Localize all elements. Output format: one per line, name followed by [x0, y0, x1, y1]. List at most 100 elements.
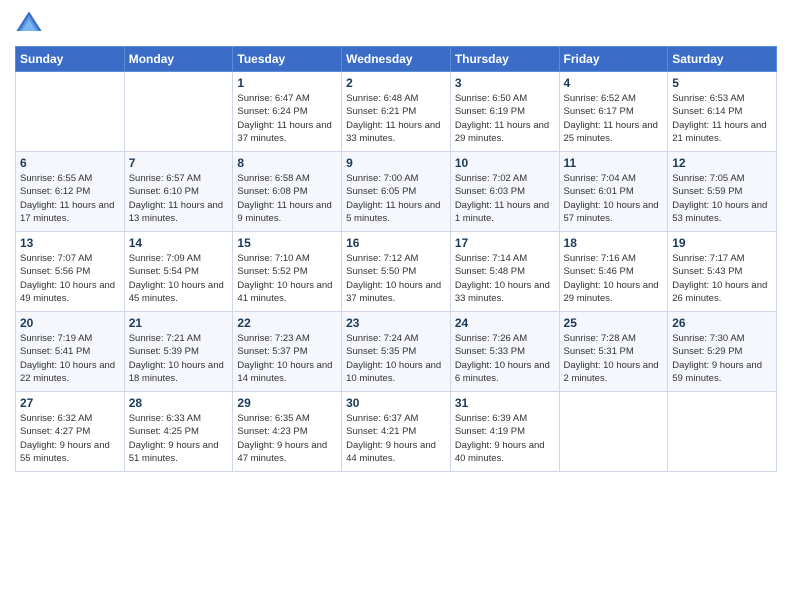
day-cell: 18Sunrise: 7:16 AM Sunset: 5:46 PM Dayli…: [559, 232, 668, 312]
day-info: Sunrise: 7:00 AM Sunset: 6:05 PM Dayligh…: [346, 172, 446, 225]
day-cell: 6 Sunrise: 6:55 AM Sunset: 6:12 PM Daylig…: [16, 152, 125, 232]
day-cell: [559, 392, 668, 472]
day-info: Sunrise: 7:02 AM Sunset: 6:03 PM Dayligh…: [455, 172, 555, 225]
day-cell: 24 Sunrise: 7:26 AM Sunset: 5:33 PM Dayli…: [450, 312, 559, 392]
day-info: Sunrise: 6:37 AM Sunset: 4:21 PM Dayligh…: [346, 412, 446, 465]
day-number: 8: [237, 156, 337, 170]
day-cell: 8 Sunrise: 6:58 AM Sunset: 6:08 PM Daylig…: [233, 152, 342, 232]
calendar-table: SundayMondayTuesdayWednesdayThursdayFrid…: [15, 46, 777, 472]
header-row: SundayMondayTuesdayWednesdayThursdayFrid…: [16, 47, 777, 72]
day-number: 7: [129, 156, 229, 170]
day-number: 6: [20, 156, 120, 170]
week-row-4: 20 Sunrise: 7:19 AM Sunset: 5:41 PM Dayli…: [16, 312, 777, 392]
col-header-monday: Monday: [124, 47, 233, 72]
day-info: Sunrise: 7:30 AM Sunset: 5:29 PM Dayligh…: [672, 332, 772, 385]
day-number: 4: [564, 76, 664, 90]
header: [15, 10, 777, 38]
day-cell: 16Sunrise: 7:12 AM Sunset: 5:50 PM Dayli…: [342, 232, 451, 312]
day-number: 23: [346, 316, 446, 330]
day-info: Sunrise: 7:07 AM Sunset: 5:56 PM Dayligh…: [20, 252, 120, 305]
day-cell: 12 Sunrise: 7:05 AM Sunset: 5:59 PM Dayli…: [668, 152, 777, 232]
day-cell: 25 Sunrise: 7:28 AM Sunset: 5:31 PM Dayli…: [559, 312, 668, 392]
week-row-1: 1 Sunrise: 6:47 AM Sunset: 6:24 PM Daylig…: [16, 72, 777, 152]
day-cell: 5Sunrise: 6:53 AM Sunset: 6:14 PM Daylig…: [668, 72, 777, 152]
day-info: Sunrise: 6:57 AM Sunset: 6:10 PM Dayligh…: [129, 172, 229, 225]
day-info: Sunrise: 6:50 AM Sunset: 6:19 PM Dayligh…: [455, 92, 555, 145]
day-cell: 14Sunrise: 7:09 AM Sunset: 5:54 PM Dayli…: [124, 232, 233, 312]
day-cell: 3 Sunrise: 6:50 AM Sunset: 6:19 PM Daylig…: [450, 72, 559, 152]
day-info: Sunrise: 6:52 AM Sunset: 6:17 PM Dayligh…: [564, 92, 664, 145]
day-cell: [124, 72, 233, 152]
day-number: 12: [672, 156, 772, 170]
day-number: 11: [564, 156, 664, 170]
day-cell: 19Sunrise: 7:17 AM Sunset: 5:43 PM Dayli…: [668, 232, 777, 312]
day-number: 13: [20, 236, 120, 250]
day-number: 2: [346, 76, 446, 90]
day-number: 3: [455, 76, 555, 90]
day-number: 28: [129, 396, 229, 410]
day-cell: 15 Sunrise: 7:10 AM Sunset: 5:52 PM Dayli…: [233, 232, 342, 312]
day-info: Sunrise: 7:26 AM Sunset: 5:33 PM Dayligh…: [455, 332, 555, 385]
day-info: Sunrise: 7:04 AM Sunset: 6:01 PM Dayligh…: [564, 172, 664, 225]
day-info: Sunrise: 7:21 AM Sunset: 5:39 PM Dayligh…: [129, 332, 229, 385]
day-info: Sunrise: 6:58 AM Sunset: 6:08 PM Dayligh…: [237, 172, 337, 225]
col-header-sunday: Sunday: [16, 47, 125, 72]
day-number: 25: [564, 316, 664, 330]
day-cell: [668, 392, 777, 472]
day-cell: 13 Sunrise: 7:07 AM Sunset: 5:56 PM Dayli…: [16, 232, 125, 312]
day-info: Sunrise: 7:28 AM Sunset: 5:31 PM Dayligh…: [564, 332, 664, 385]
col-header-wednesday: Wednesday: [342, 47, 451, 72]
day-number: 30: [346, 396, 446, 410]
day-info: Sunrise: 6:33 AM Sunset: 4:25 PM Dayligh…: [129, 412, 229, 465]
day-number: 17: [455, 236, 555, 250]
day-cell: 17 Sunrise: 7:14 AM Sunset: 5:48 PM Dayli…: [450, 232, 559, 312]
page: SundayMondayTuesdayWednesdayThursdayFrid…: [0, 0, 792, 612]
day-info: Sunrise: 7:09 AM Sunset: 5:54 PM Dayligh…: [129, 252, 229, 305]
day-number: 20: [20, 316, 120, 330]
logo-icon: [15, 10, 43, 38]
day-number: 15: [237, 236, 337, 250]
day-number: 31: [455, 396, 555, 410]
day-info: Sunrise: 6:47 AM Sunset: 6:24 PM Dayligh…: [237, 92, 337, 145]
day-info: Sunrise: 6:55 AM Sunset: 6:12 PM Dayligh…: [20, 172, 120, 225]
day-number: 10: [455, 156, 555, 170]
day-info: Sunrise: 7:23 AM Sunset: 5:37 PM Dayligh…: [237, 332, 337, 385]
day-cell: 29Sunrise: 6:35 AM Sunset: 4:23 PM Dayli…: [233, 392, 342, 472]
day-cell: 2 Sunrise: 6:48 AM Sunset: 6:21 PM Daylig…: [342, 72, 451, 152]
day-number: 18: [564, 236, 664, 250]
day-cell: 10 Sunrise: 7:02 AM Sunset: 6:03 PM Dayli…: [450, 152, 559, 232]
day-number: 27: [20, 396, 120, 410]
day-cell: 31 Sunrise: 6:39 AM Sunset: 4:19 PM Dayli…: [450, 392, 559, 472]
day-cell: 4 Sunrise: 6:52 AM Sunset: 6:17 PM Daylig…: [559, 72, 668, 152]
week-row-2: 6 Sunrise: 6:55 AM Sunset: 6:12 PM Daylig…: [16, 152, 777, 232]
day-cell: 27Sunrise: 6:32 AM Sunset: 4:27 PM Dayli…: [16, 392, 125, 472]
day-cell: [16, 72, 125, 152]
day-number: 26: [672, 316, 772, 330]
day-info: Sunrise: 7:12 AM Sunset: 5:50 PM Dayligh…: [346, 252, 446, 305]
day-cell: 20 Sunrise: 7:19 AM Sunset: 5:41 PM Dayli…: [16, 312, 125, 392]
day-cell: 22 Sunrise: 7:23 AM Sunset: 5:37 PM Dayli…: [233, 312, 342, 392]
day-number: 22: [237, 316, 337, 330]
day-info: Sunrise: 6:53 AM Sunset: 6:14 PM Dayligh…: [672, 92, 772, 145]
day-info: Sunrise: 7:10 AM Sunset: 5:52 PM Dayligh…: [237, 252, 337, 305]
day-info: Sunrise: 7:19 AM Sunset: 5:41 PM Dayligh…: [20, 332, 120, 385]
day-number: 24: [455, 316, 555, 330]
day-info: Sunrise: 7:17 AM Sunset: 5:43 PM Dayligh…: [672, 252, 772, 305]
week-row-3: 13 Sunrise: 7:07 AM Sunset: 5:56 PM Dayli…: [16, 232, 777, 312]
day-cell: 26 Sunrise: 7:30 AM Sunset: 5:29 PM Dayli…: [668, 312, 777, 392]
day-cell: 7 Sunrise: 6:57 AM Sunset: 6:10 PM Daylig…: [124, 152, 233, 232]
day-cell: 28 Sunrise: 6:33 AM Sunset: 4:25 PM Dayli…: [124, 392, 233, 472]
day-cell: 30 Sunrise: 6:37 AM Sunset: 4:21 PM Dayli…: [342, 392, 451, 472]
day-info: Sunrise: 6:39 AM Sunset: 4:19 PM Dayligh…: [455, 412, 555, 465]
day-info: Sunrise: 7:05 AM Sunset: 5:59 PM Dayligh…: [672, 172, 772, 225]
day-cell: 9Sunrise: 7:00 AM Sunset: 6:05 PM Daylig…: [342, 152, 451, 232]
day-info: Sunrise: 7:14 AM Sunset: 5:48 PM Dayligh…: [455, 252, 555, 305]
day-number: 1: [237, 76, 337, 90]
day-info: Sunrise: 6:35 AM Sunset: 4:23 PM Dayligh…: [237, 412, 337, 465]
week-row-5: 27Sunrise: 6:32 AM Sunset: 4:27 PM Dayli…: [16, 392, 777, 472]
day-cell: 1 Sunrise: 6:47 AM Sunset: 6:24 PM Daylig…: [233, 72, 342, 152]
col-header-thursday: Thursday: [450, 47, 559, 72]
day-info: Sunrise: 6:48 AM Sunset: 6:21 PM Dayligh…: [346, 92, 446, 145]
day-cell: 23Sunrise: 7:24 AM Sunset: 5:35 PM Dayli…: [342, 312, 451, 392]
day-cell: 11 Sunrise: 7:04 AM Sunset: 6:01 PM Dayli…: [559, 152, 668, 232]
